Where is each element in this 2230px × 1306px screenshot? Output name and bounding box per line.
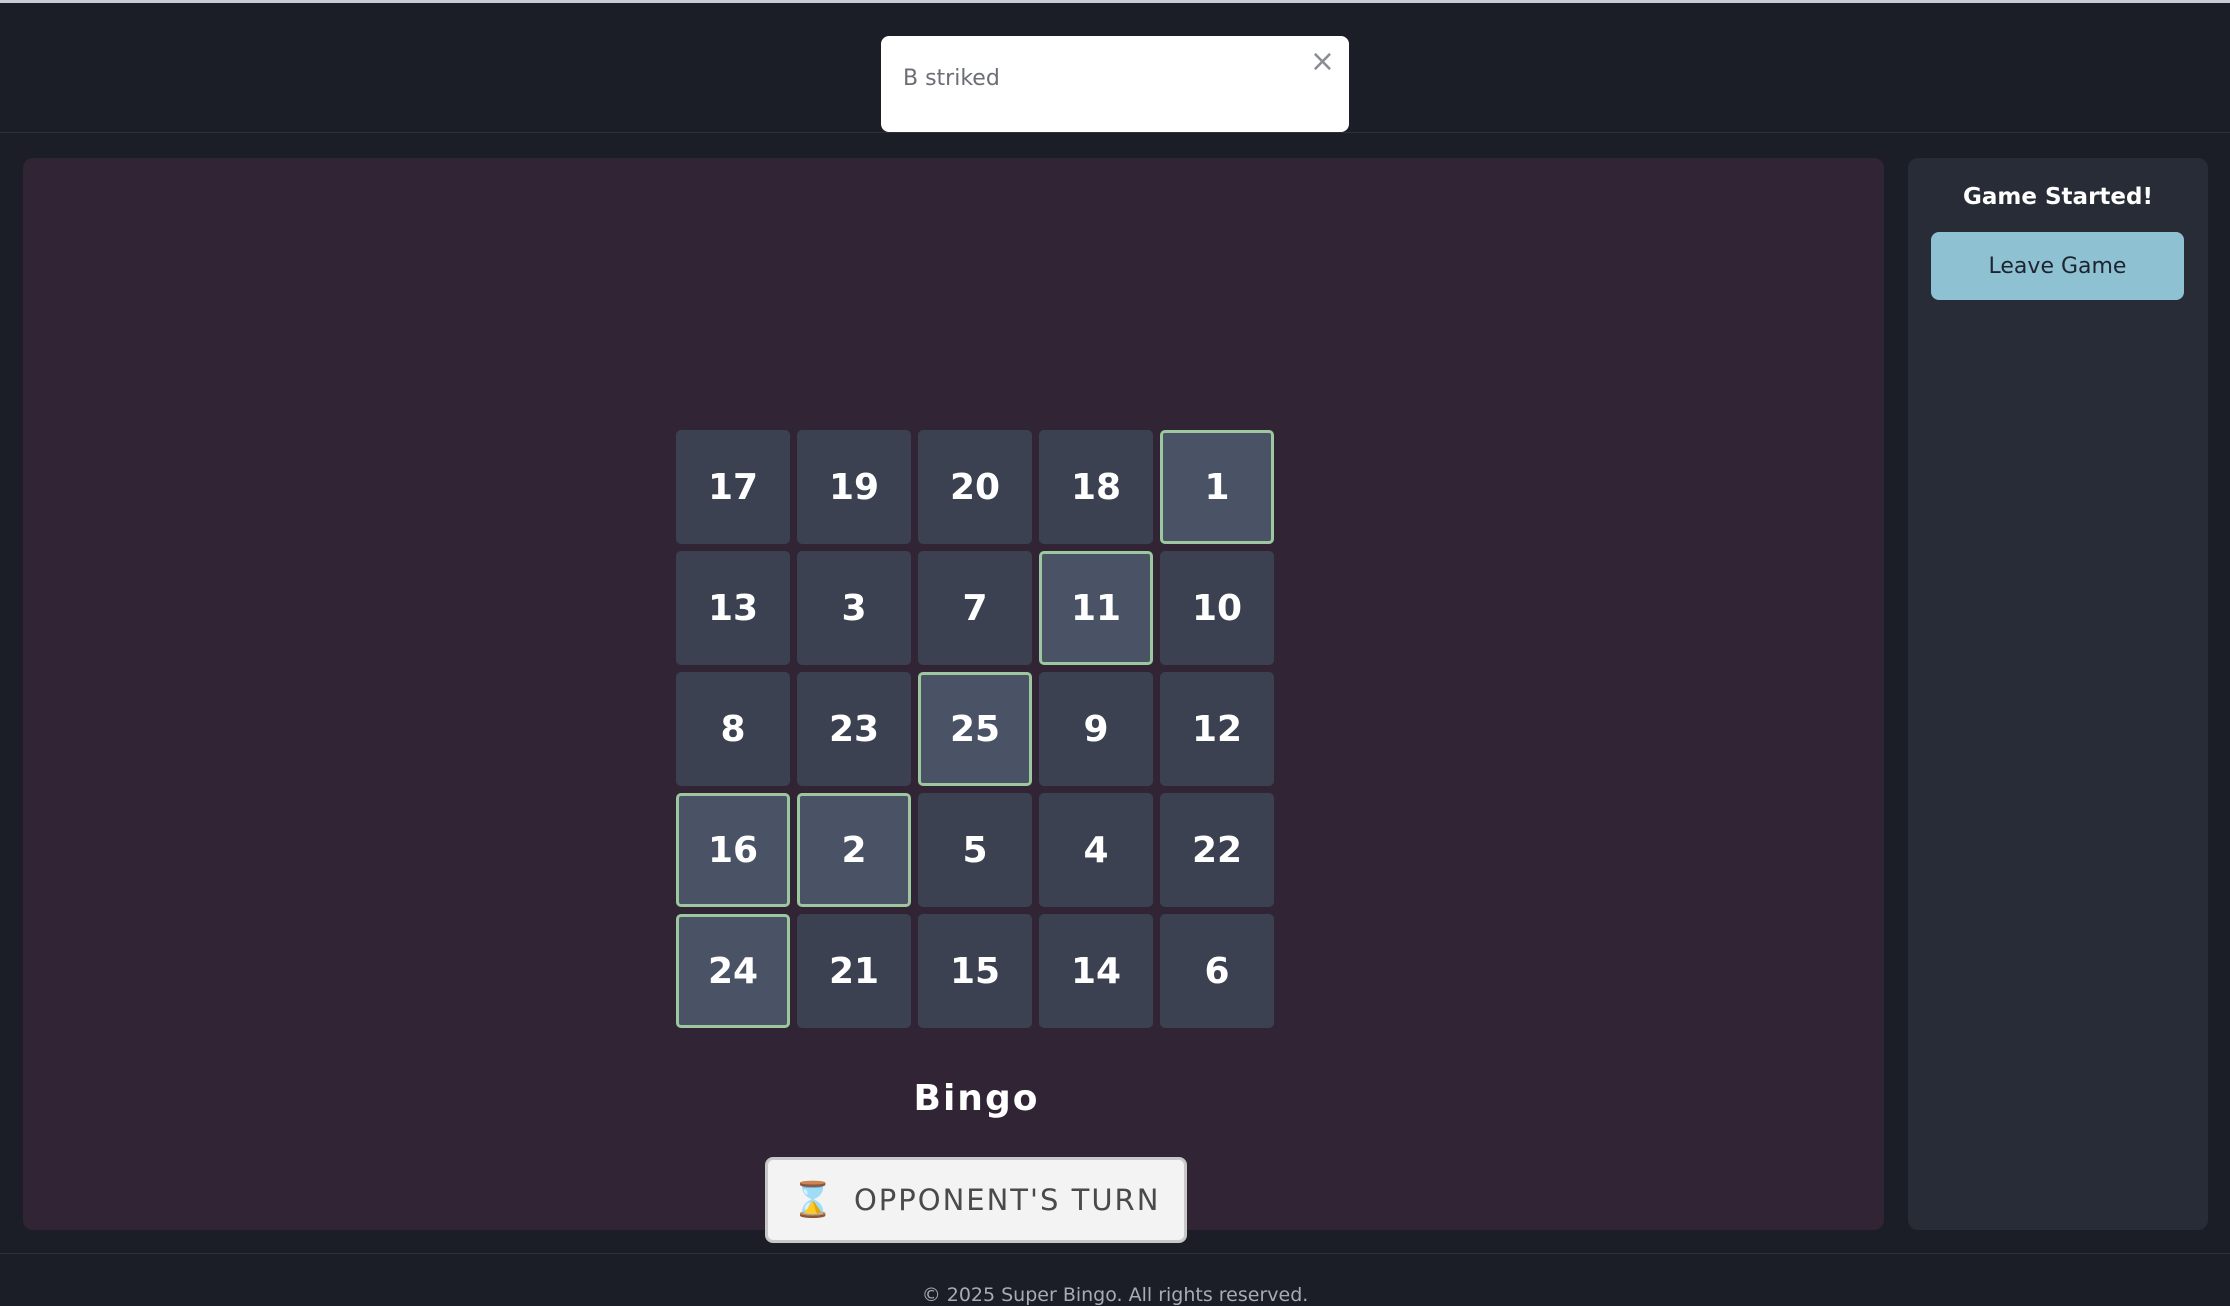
bingo-cell[interactable]: 2 [797,793,911,907]
top-bar: B striked × [0,0,2230,133]
turn-indicator-button[interactable]: ⌛ OPPONENT'S TURN [765,1157,1187,1243]
bingo-cell[interactable]: 18 [1039,430,1153,544]
board-title: Bingo [913,1078,1040,1119]
bingo-cell[interactable]: 8 [676,672,790,786]
toast-message: B striked [903,66,1000,91]
sidebar: Game Started! Leave Game [1908,158,2208,1230]
bingo-cell[interactable]: 7 [918,551,1032,665]
bingo-cell[interactable]: 15 [918,914,1032,1028]
bingo-cell[interactable]: 1 [1160,430,1274,544]
bingo-board: 17 19 20 18 1 13 3 7 11 10 8 23 25 9 12 16 2 5 4 22 24 21 15 14… [676,430,1279,1033]
bingo-cell[interactable]: 4 [1039,793,1153,907]
bingo-cell[interactable]: 11 [1039,551,1153,665]
toast-notification: B striked × [881,36,1349,132]
game-status: Game Started! [1963,184,2153,210]
bingo-cell[interactable]: 6 [1160,914,1274,1028]
bingo-cell[interactable]: 19 [797,430,911,544]
bingo-cell[interactable]: 13 [676,551,790,665]
bingo-cell[interactable]: 16 [676,793,790,907]
bingo-cell[interactable]: 9 [1039,672,1153,786]
bingo-cell[interactable]: 23 [797,672,911,786]
hourglass-icon: ⌛ [791,1180,836,1220]
leave-game-button[interactable]: Leave Game [1931,232,2184,300]
bingo-cell[interactable]: 21 [797,914,911,1028]
bingo-cell[interactable]: 24 [676,914,790,1028]
bingo-cell[interactable]: 3 [797,551,911,665]
bingo-cell[interactable]: 22 [1160,793,1274,907]
bingo-cell[interactable]: 5 [918,793,1032,907]
bingo-cell[interactable]: 10 [1160,551,1274,665]
bingo-cell[interactable]: 12 [1160,672,1274,786]
footer-copyright: © 2025 Super Bingo. All rights reserved. [921,1284,1309,1306]
bingo-cell[interactable]: 20 [918,430,1032,544]
turn-label: OPPONENT'S TURN [853,1183,1161,1217]
footer: © 2025 Super Bingo. All rights reserved. [0,1253,2230,1306]
bingo-cell[interactable]: 17 [676,430,790,544]
game-panel: 17 19 20 18 1 13 3 7 11 10 8 23 25 9 12 16 2 5 4 22 24 21 15 14… [23,158,1884,1243]
bingo-cell[interactable]: 14 [1039,914,1153,1028]
close-icon[interactable]: × [1310,42,1335,82]
bingo-cell[interactable]: 25 [918,672,1032,786]
